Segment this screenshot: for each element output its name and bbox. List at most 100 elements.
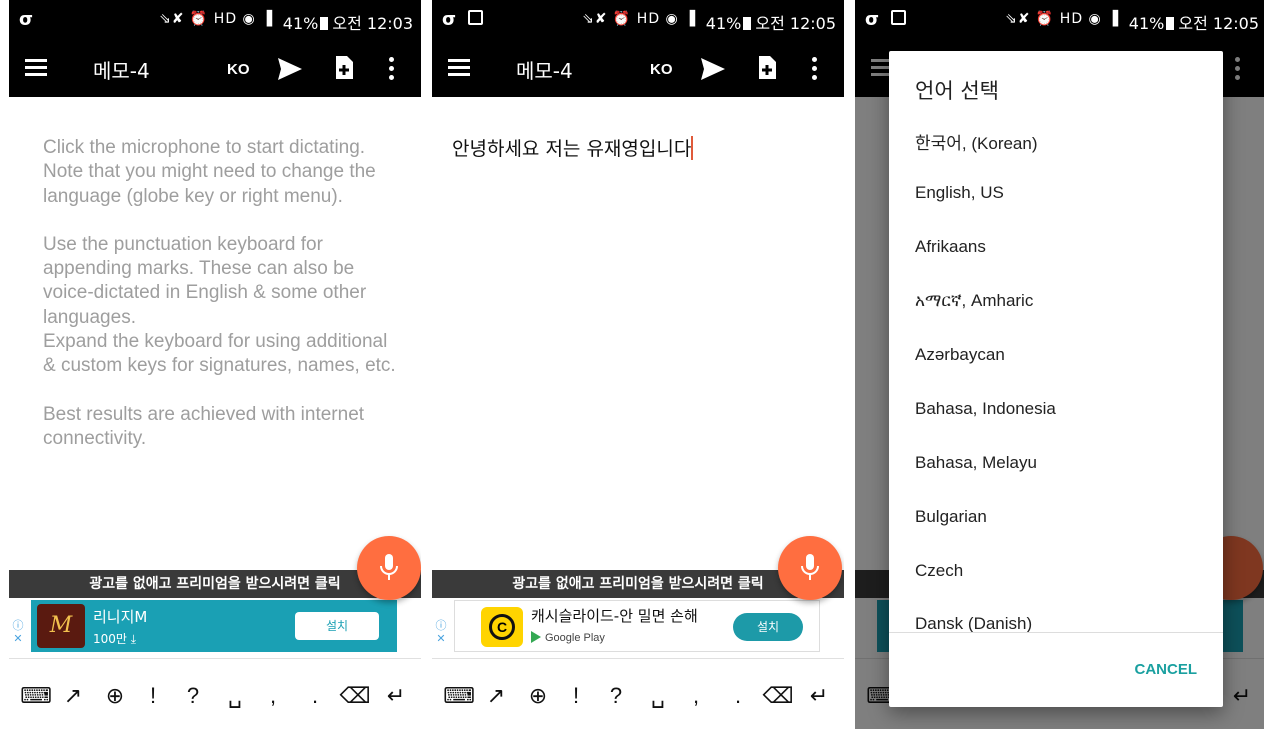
text-cursor: [691, 136, 694, 160]
google-play-icon: [531, 631, 541, 643]
send-icon[interactable]: [277, 57, 303, 81]
exclamation-key[interactable]: !: [143, 681, 163, 711]
expand-keyboard-icon[interactable]: ↗: [482, 681, 510, 711]
keyboard-toggle-icon[interactable]: ⌨: [442, 681, 476, 711]
clock: 오전 12:05: [1178, 14, 1259, 33]
language-list[interactable]: 한국어, (Korean) English, US Afrikaans አማርኛ…: [889, 111, 1223, 633]
language-option[interactable]: Bahasa, Melayu: [915, 453, 1037, 473]
status-bar: σ ⇘✘ ⏰ HD ◉ ▐ 41% 오전 12:05: [855, 0, 1264, 41]
dictation-hint: Click the microphone to start dictating.…: [43, 136, 403, 475]
more-options-icon[interactable]: [389, 57, 395, 81]
hint-paragraph: Use the punctuation keyboard for appendi…: [43, 233, 396, 377]
ad-area: C 캐시슬라이드-안 밀면 손해 Google Play 설치 ⓘ ✕: [432, 598, 844, 654]
dictated-text: 안녕하세요 저는 유재영입니다: [452, 138, 692, 160]
backspace-icon[interactable]: ⌫: [762, 681, 794, 711]
language-option[interactable]: Afrikaans: [915, 237, 986, 257]
microphone-button[interactable]: [778, 536, 842, 600]
battery-percent: 41%: [705, 14, 742, 33]
microphone-icon: [380, 554, 398, 580]
language-option[interactable]: 한국어, (Korean): [915, 129, 1038, 154]
language-button[interactable]: KO: [227, 61, 250, 78]
battery-icon: [743, 17, 752, 30]
hint-paragraph: Best results are achieved with internet …: [43, 403, 365, 449]
enter-icon[interactable]: ↵: [381, 681, 411, 711]
question-key[interactable]: ?: [183, 681, 203, 711]
status-icons: ⇘✘ ⏰ HD ◉ ▐: [1005, 11, 1119, 27]
comma-key[interactable]: ,: [688, 681, 704, 711]
status-icons: ⇘✘ ⏰ HD ◉ ▐: [159, 11, 273, 27]
period-key[interactable]: .: [730, 681, 746, 711]
new-document-icon[interactable]: [757, 55, 777, 81]
status-bar: σ ⇘✘ ⏰ HD ◉ ▐ 41% 오전 12:03: [9, 0, 421, 41]
toolbar: 메모-4 KO: [9, 41, 421, 97]
ad-app-name: 리니지M: [93, 608, 148, 626]
ad-logo: C: [481, 607, 523, 647]
globe-icon[interactable]: ⊕: [101, 681, 129, 711]
language-option[interactable]: Azərbaycan: [915, 345, 1005, 365]
backspace-icon[interactable]: ⌫: [339, 681, 371, 711]
ad-logo: M: [37, 604, 85, 648]
status-right: 41% 오전 12:05: [706, 10, 836, 34]
gallery-notification-icon: [468, 10, 483, 25]
hint-paragraph: Click the microphone to start dictating.…: [43, 137, 376, 207]
clock: 오전 12:05: [755, 14, 836, 33]
question-key[interactable]: ?: [606, 681, 626, 711]
menu-icon[interactable]: [25, 59, 47, 77]
status-bar: σ ⇘✘ ⏰ HD ◉ ▐ 41% 오전 12:05: [432, 0, 844, 41]
microphone-icon: [801, 554, 819, 580]
language-select-dialog: 언어 선택 한국어, (Korean) English, US Afrikaan…: [889, 51, 1223, 707]
phone-screen-1: σ ⇘✘ ⏰ HD ◉ ▐ 41% 오전 12:03 메모-4 KO Click …: [9, 0, 421, 729]
language-option[interactable]: Bulgarian: [915, 507, 987, 527]
space-key[interactable]: ␣: [217, 681, 253, 711]
google-play-label: Google Play: [531, 631, 605, 644]
language-option[interactable]: አማርኛ, Amharic: [915, 291, 1033, 311]
ad-app-downloads: 100만 ⤓: [93, 632, 137, 646]
menu-icon[interactable]: [448, 59, 470, 77]
ad-info-icon[interactable]: ⓘ ✕: [434, 620, 448, 648]
language-button[interactable]: KO: [650, 61, 673, 78]
more-options-icon[interactable]: [812, 57, 818, 81]
ad-install-button[interactable]: 설치: [295, 612, 379, 640]
ad-box[interactable]: M 리니지M 100만 ⤓ 설치: [31, 600, 397, 652]
status-right: 41% 오전 12:05: [1129, 10, 1259, 34]
dialog-title: 언어 선택: [915, 79, 999, 103]
memo-text-field[interactable]: 안녕하세요 저는 유재영입니다: [452, 134, 694, 161]
battery-percent: 41%: [282, 14, 319, 33]
status-right: 41% 오전 12:03: [283, 10, 413, 34]
language-option[interactable]: Czech: [915, 561, 963, 581]
send-icon[interactable]: [700, 57, 726, 81]
cancel-button[interactable]: CANCEL: [1135, 661, 1198, 678]
gallery-notification-icon: [891, 10, 906, 25]
ad-info-icon[interactable]: ⓘ ✕: [11, 620, 25, 648]
microphone-button[interactable]: [357, 536, 421, 600]
toolbar: 메모-4 KO: [432, 41, 844, 97]
ad-logo-letter: C: [489, 614, 515, 640]
battery-percent: 41%: [1128, 14, 1165, 33]
status-icons: ⇘✘ ⏰ HD ◉ ▐: [582, 11, 696, 27]
phone-screen-2: σ ⇘✘ ⏰ HD ◉ ▐ 41% 오전 12:05 메모-4 KO 안녕하세요 …: [432, 0, 844, 729]
clock: 오전 12:03: [332, 14, 413, 33]
battery-icon: [320, 17, 329, 30]
expand-keyboard-icon[interactable]: ↗: [59, 681, 87, 711]
globe-icon[interactable]: ⊕: [524, 681, 552, 711]
phone-screen-3: σ ⇘✘ ⏰ HD ◉ ▐ 41%오전 12:05 ⌨ ↵ 언어 선택 한국어,…: [855, 0, 1264, 729]
battery-icon: [1166, 17, 1175, 30]
enter-icon[interactable]: ↵: [804, 681, 834, 711]
page-title: 메모-4: [93, 59, 150, 83]
period-key[interactable]: .: [307, 681, 323, 711]
ad-app-name: 캐시슬라이드-안 밀면 손해: [531, 607, 698, 625]
punctuation-keyboard: ⌨ ↗ ⊕ ! ? ␣ , . ⌫ ↵: [9, 658, 421, 729]
new-document-icon[interactable]: [334, 55, 354, 81]
comma-key[interactable]: ,: [265, 681, 281, 711]
ad-install-button[interactable]: 설치: [733, 613, 803, 641]
language-option[interactable]: Bahasa, Indonesia: [915, 399, 1056, 419]
punctuation-keyboard: ⌨ ↗ ⊕ ! ? ␣ , . ⌫ ↵: [432, 658, 844, 729]
app-logo-icon: σ: [442, 9, 457, 30]
exclamation-key[interactable]: !: [566, 681, 586, 711]
ad-area: ⓘ ✕ M 리니지M 100만 ⤓ 설치: [9, 598, 421, 654]
language-option[interactable]: English, US: [915, 183, 1004, 203]
keyboard-toggle-icon[interactable]: ⌨: [19, 681, 53, 711]
language-option[interactable]: Dansk (Danish): [915, 614, 1032, 632]
ad-box[interactable]: C 캐시슬라이드-안 밀면 손해 Google Play 설치: [454, 600, 820, 652]
space-key[interactable]: ␣: [640, 681, 676, 711]
